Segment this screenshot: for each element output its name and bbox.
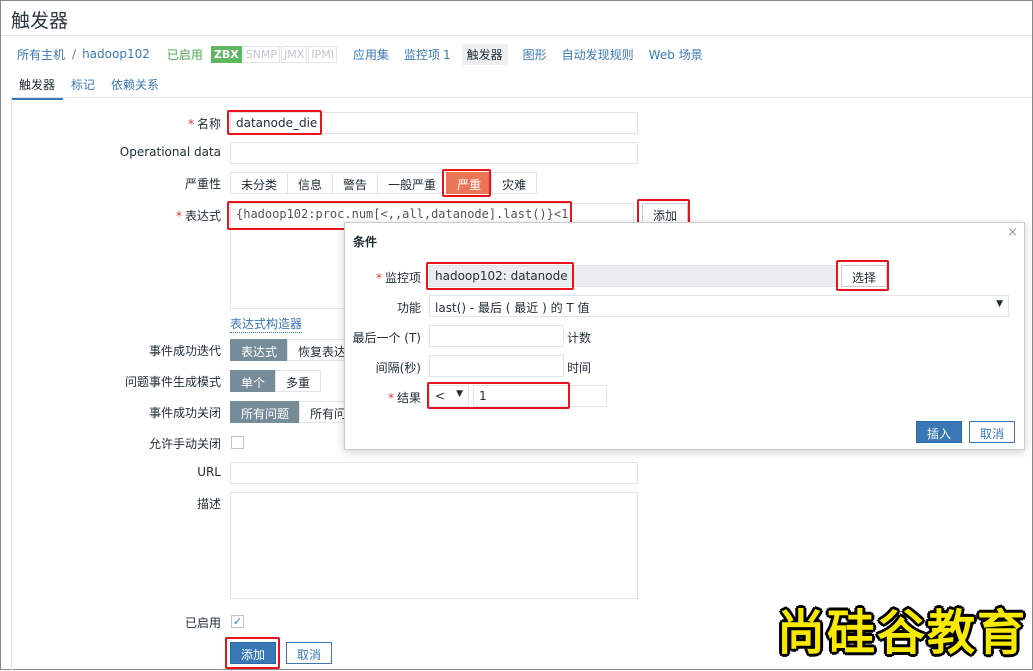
result-value-input[interactable]: 1	[473, 385, 607, 407]
interval-input[interactable]	[429, 355, 564, 377]
tab-trigger[interactable]: 触发器	[11, 73, 64, 100]
result-operator-value: <	[435, 389, 446, 403]
expression-label: * 表达式	[175, 209, 221, 223]
host-status-enabled[interactable]: 已启用	[167, 46, 203, 63]
result-operator-select[interactable]: < ▼	[429, 385, 469, 407]
protocol-zbx-badge: ZBX	[210, 45, 242, 63]
breadcrumb-separator: /	[72, 47, 77, 61]
severity-not-classified[interactable]: 未分类	[230, 172, 289, 194]
description-textarea[interactable]	[230, 492, 638, 599]
result-label: * 结果	[387, 391, 421, 405]
ok-event-generation-label: 事件成功迭代	[148, 344, 221, 358]
manual-close-checkbox[interactable]	[231, 436, 244, 449]
insert-button[interactable]: 插入	[916, 421, 963, 443]
severity-label: 严重性	[184, 177, 221, 191]
nav-items[interactable]: 监控项 1	[404, 46, 451, 63]
nav-items-label: 监控项	[403, 47, 440, 62]
last-of-suffix: 计数	[567, 331, 592, 345]
nav-discovery-rules[interactable]: 自动发现规则	[562, 46, 634, 63]
name-label: * 名称	[187, 117, 221, 131]
host-navigation: 所有主机 / hadoop102 已启用 ZBX SNMP JMX IPMI 应…	[1, 43, 703, 65]
description-label: 描述	[196, 497, 221, 511]
problem-mode-multiple-option[interactable]: 多重	[275, 370, 322, 392]
dialog-title: 条件	[353, 235, 378, 249]
nav-items-count: 1	[442, 47, 451, 62]
interval-suffix: 时间	[567, 361, 592, 375]
last-of-input[interactable]	[429, 325, 564, 347]
breadcrumb-all-hosts[interactable]: 所有主机	[17, 46, 65, 63]
severity-high[interactable]: 严重	[446, 172, 493, 194]
problem-mode-selector: 单个 多重	[230, 370, 322, 392]
breadcrumb-host[interactable]: hadoop102	[82, 47, 150, 61]
tab-tags[interactable]: 标记	[63, 73, 103, 100]
enabled-label: 已启用	[184, 616, 221, 630]
item-input[interactable]: hadoop102: datanode	[429, 265, 837, 287]
dropdown-arrow-icon: ▼	[456, 389, 463, 399]
nav-triggers[interactable]: 触发器	[461, 43, 508, 65]
name-input[interactable]: datanode_die	[230, 112, 638, 134]
protocol-snmp-badge: SNMP	[242, 45, 281, 63]
url-input[interactable]	[230, 462, 638, 484]
dialog-cancel-button[interactable]: 取消	[969, 421, 1016, 443]
enabled-checkbox[interactable]: ✓	[231, 615, 244, 628]
condition-dialog: 条件 × * 监控项 hadoop102: datanode 选择 功能 last…	[344, 222, 1025, 450]
divider	[1, 35, 1032, 36]
url-label: URL	[197, 465, 221, 479]
manual-close-label: 允许手动关闭	[148, 437, 221, 451]
ok-event-expression-option[interactable]: 表达式	[230, 339, 289, 361]
ok-close-all-option[interactable]: 所有问题	[230, 401, 301, 423]
close-icon[interactable]: ×	[1007, 225, 1018, 240]
form-tabs: 触发器 标记 依赖关系	[11, 73, 167, 100]
nav-graphs[interactable]: 图形	[523, 46, 547, 63]
function-value: last() - 最后 ( 最近 ) 的 T 值	[435, 301, 590, 315]
severity-warning[interactable]: 警告	[332, 172, 379, 194]
expression-builder-link[interactable]: 表达式构造器	[230, 315, 303, 333]
watermark-logo: 尚硅谷教育	[777, 605, 1028, 661]
form-cancel-button[interactable]: 取消	[286, 642, 333, 664]
ok-event-closes-label: 事件成功关闭	[148, 406, 221, 420]
tab-dependencies[interactable]: 依赖关系	[103, 73, 167, 100]
select-item-button[interactable]: 选择	[841, 265, 888, 287]
function-label: 功能	[396, 301, 421, 315]
page-title: 触发器	[11, 10, 69, 32]
submit-add-button[interactable]: 添加	[230, 642, 277, 664]
protocol-jmx-badge: JMX	[281, 45, 308, 63]
item-label: * 监控项	[375, 271, 421, 285]
last-of-label: 最后一个 (T)	[352, 331, 421, 345]
nav-applications[interactable]: 应用集	[353, 46, 389, 63]
operational-data-input[interactable]	[230, 142, 638, 164]
protocol-ipmi-badge: IPMI	[308, 45, 337, 63]
ok-event-generation-selector: 表达式 恢复表达	[230, 339, 358, 361]
severity-information[interactable]: 信息	[287, 172, 334, 194]
severity-average[interactable]: 一般严重	[377, 172, 448, 194]
problem-mode-single-option[interactable]: 单个	[230, 370, 277, 392]
function-select[interactable]: last() - 最后 ( 最近 ) 的 T 值 ▼	[429, 295, 1009, 317]
dropdown-arrow-icon: ▼	[996, 299, 1003, 309]
problem-mode-label: 问题事件生成模式	[124, 375, 221, 389]
nav-web-scenarios[interactable]: Web 场景	[649, 46, 703, 63]
severity-disaster[interactable]: 灾难	[491, 172, 538, 194]
severity-selector: 未分类 信息 警告 一般严重 严重 灾难	[230, 172, 538, 194]
interval-label: 间隔(秒)	[375, 361, 421, 375]
operational-data-label: Operational data	[119, 145, 221, 159]
ok-event-closes-selector: 所有问题 所有问	[230, 401, 358, 423]
